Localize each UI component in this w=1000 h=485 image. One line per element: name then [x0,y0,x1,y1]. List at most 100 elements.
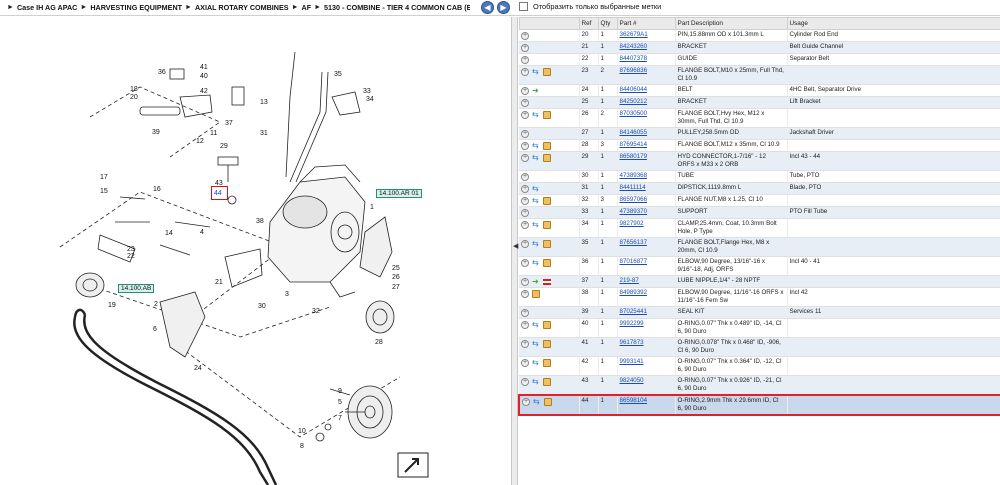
package-icon[interactable] [543,259,551,267]
add-to-cart-icon[interactable]: + [521,68,529,76]
breadcrumb-item[interactable]: AF [302,3,312,12]
table-row[interactable]: + ⇆ 41 1 9617873 O-RING,0.078" Thk x 0.468" I… [519,337,1000,357]
callout-9[interactable]: 9 [338,388,342,395]
add-to-cart-icon[interactable]: + [521,142,529,150]
panel-splitter[interactable]: ◀ [511,17,518,485]
callout-22[interactable]: 22 [127,253,135,260]
add-to-cart-icon[interactable]: + [521,321,529,329]
table-row[interactable]: +30 1 47389368 TUBE Tube, PTO [519,170,1000,183]
interchange-icon[interactable]: ⇆ [533,398,541,406]
row-part-number[interactable]: 86580179 [617,151,676,171]
package-icon[interactable] [543,221,551,229]
add-to-cart-icon[interactable]: + [521,278,529,286]
add-to-cart-icon[interactable]: + [521,259,529,267]
exploded-diagram[interactable]: 4140423618203533341337111239 312943441716… [0,17,511,485]
callout-42[interactable]: 42 [200,88,208,95]
callout-33[interactable]: 33 [363,88,371,95]
add-to-cart-icon[interactable]: + [521,378,529,386]
table-row[interactable]: + ⇆ 31 1 84411114 DIPSTICK,1119.8mm L Blade, P… [519,182,1000,195]
table-row[interactable]: + ⇆ 26 2 87030500 FLANGE BOLT,Hvy Hex, M12 x … [519,108,1000,128]
ref-tag-ab[interactable]: 14.100.AB [118,284,155,293]
interchange-icon[interactable]: ⇆ [532,154,540,162]
callout-15[interactable]: 15 [100,188,108,195]
package-icon[interactable] [543,340,551,348]
row-part-number[interactable]: 84406044 [617,84,676,97]
interchange-icon[interactable]: ⇆ [532,240,540,248]
add-to-cart-icon[interactable]: + [521,32,529,40]
table-row[interactable]: +38 1 84989392 ELBOW,90 Degree, 11/16"-16 O… [519,287,1000,307]
callout-20[interactable]: 20 [130,94,138,101]
interchange-icon[interactable]: ⇆ [532,359,540,367]
callout-17[interactable]: 17 [100,174,108,181]
package-icon[interactable] [543,111,551,119]
table-row[interactable]: + ⇆ 42 1 9993141 O-RING,0.07" Thk x 0.364" ID… [519,356,1000,376]
add-to-cart-icon[interactable]: + [521,56,529,64]
interchange-icon[interactable]: ⇆ [532,340,540,348]
callout-18[interactable]: 18 [130,86,138,93]
row-part-number[interactable]: 87656137 [617,237,676,257]
row-part-number[interactable]: 47389370 [617,206,676,219]
callout-5[interactable]: 5 [338,399,342,406]
callout-31[interactable]: 31 [260,130,268,137]
callout-2[interactable]: 2 [154,301,158,308]
callout-23[interactable]: 23 [127,246,135,253]
add-to-cart-icon[interactable]: + [521,197,529,205]
row-part-number[interactable]: 9993141 [617,356,676,376]
col-qty[interactable]: Qty [597,17,618,30]
callout-10[interactable]: 10 [298,428,306,435]
callout-35[interactable]: 35 [334,71,342,78]
add-to-cart-icon[interactable]: + [522,398,530,406]
callout-30[interactable]: 30 [258,303,266,310]
row-part-number[interactable]: 84407378 [617,53,676,66]
add-to-cart-icon[interactable]: + [521,240,529,248]
callout-25[interactable]: 25 [392,265,400,272]
filter-checkbox[interactable] [519,2,528,11]
add-to-cart-icon[interactable]: + [521,309,529,317]
callout-4[interactable]: 4 [200,229,204,236]
package-icon[interactable] [543,197,551,205]
callout-26[interactable]: 26 [392,274,400,281]
package-icon[interactable] [543,359,551,367]
table-row[interactable]: +39 1 87025441 SEAL KIT Services 11 [519,306,1000,319]
interchange-icon[interactable]: ⇆ [532,221,540,229]
table-row[interactable]: + ⇆ 23 2 87696836 FLANGE BOLT,M10 x 25mm, Ful… [519,65,1000,85]
table-row[interactable]: + ⇆ 28 3 87695414 FLANGE BOLT,M12 x 35mm, Cl … [519,139,1000,152]
breadcrumb-item[interactable]: AXIAL ROTARY COMBINES [195,3,289,12]
table-row[interactable]: + ➜ 24 1 84406044 BELT 4HC Belt, Separator Dri… [519,84,1000,97]
add-to-cart-icon[interactable]: + [521,173,529,181]
interchange-icon[interactable]: ⇆ [532,68,540,76]
callout-27[interactable]: 27 [392,284,400,291]
callout-36[interactable]: 36 [158,69,166,76]
add-to-cart-icon[interactable]: + [521,185,529,193]
col-part[interactable]: Part # [616,17,676,30]
callout-38[interactable]: 38 [256,218,264,225]
exploded-diagram-panel[interactable]: 41 40 42 36 18 20 35 33 34 13 37 11 12 39 31 29 43 44 17 16… [0,17,511,485]
table-row[interactable]: + ⇆ 35 1 87656137 FLANGE BOLT,Flange Hex, M8 … [519,237,1000,257]
breadcrumb-item[interactable]: HARVESTING EQUIPMENT [90,3,182,12]
interchange-icon[interactable]: ⇆ [532,197,540,205]
col-usage[interactable]: Usage [786,17,1000,30]
add-to-cart-icon[interactable]: + [521,340,529,348]
interchange-icon[interactable]: ⇆ [532,142,540,150]
add-to-cart-icon[interactable]: + [521,209,529,217]
table-row[interactable]: +33 1 47389370 SUPPORT PTO Fill Tube [519,206,1000,219]
breadcrumb-item[interactable]: Case IH AG APAC [17,3,77,12]
row-part-number[interactable]: 84146055 [617,127,676,140]
row-part-number[interactable]: 84989392 [617,287,676,307]
row-part-number[interactable]: 87025441 [617,306,676,319]
row-part-number[interactable]: 219-87 [617,275,676,288]
add-to-cart-icon[interactable]: + [521,130,529,138]
package-icon[interactable] [543,378,551,386]
package-icon[interactable] [544,398,552,406]
interchange-icon[interactable]: ⇆ [532,259,540,267]
table-row[interactable]: +22 1 84407378 GUIDE Separator Belt [519,53,1000,66]
callout-41[interactable]: 41 [200,64,208,71]
row-part-number[interactable]: 86597066 [617,194,676,207]
row-part-number[interactable]: 87696836 [617,65,676,85]
callout-34[interactable]: 34 [366,96,374,103]
package-icon[interactable] [543,68,551,76]
back-button[interactable]: ◀ [481,1,494,14]
callout-28[interactable]: 28 [375,339,383,346]
table-row[interactable]: +21 1 84243260 BRACKET Belt Guide Channel [519,41,1000,54]
callout-11[interactable]: 11 [210,130,217,137]
